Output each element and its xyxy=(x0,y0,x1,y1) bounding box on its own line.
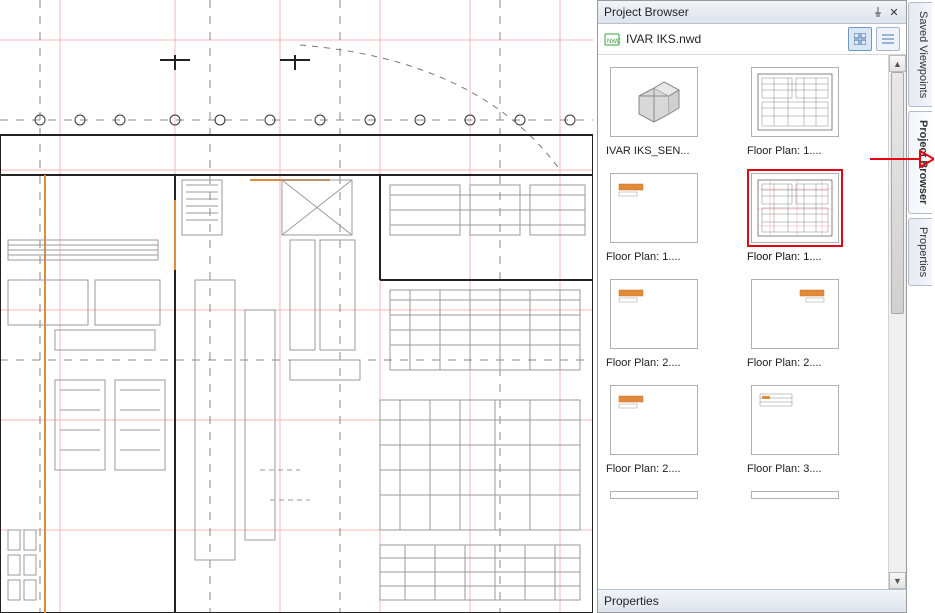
list-view-button[interactable] xyxy=(876,27,900,51)
project-browser-panel: Project Browser ✕ NWD IVAR IKS.nwd xyxy=(597,0,907,613)
main-viewport[interactable] xyxy=(0,0,593,613)
properties-title: Properties xyxy=(604,594,659,608)
side-tabs: Saved Viewpoints Project Browser Propertie… xyxy=(908,2,932,286)
thumbnail-preview xyxy=(751,491,839,499)
floor-plan-drawing xyxy=(0,0,593,613)
thumbnail-label: Floor Plan: 1.... xyxy=(747,251,822,263)
panel-titlebar[interactable]: Project Browser ✕ xyxy=(598,1,906,24)
thumbnail-label: Floor Plan: 2.... xyxy=(606,463,681,475)
thumbnail-item[interactable]: Floor Plan: 2.... xyxy=(606,381,735,475)
scroll-track[interactable] xyxy=(889,72,906,572)
thumbnail-item[interactable] xyxy=(747,487,876,503)
thumbnails-scroll-region[interactable]: IVAR IKS_SEN... Floor Plan: 1.... Floor Pl… xyxy=(598,55,906,589)
thumbnail-label: Floor Plan: 2.... xyxy=(747,357,822,369)
thumbnail-label: Floor Plan: 3.... xyxy=(747,463,822,475)
nwd-file-icon: NWD xyxy=(604,31,620,47)
thumbnail-label: IVAR IKS_SEN... xyxy=(606,145,690,157)
thumbnails-view-button[interactable] xyxy=(848,27,872,51)
thumbnail-preview xyxy=(610,173,698,243)
thumbnail-preview xyxy=(751,279,839,349)
scroll-thumb[interactable] xyxy=(891,72,904,314)
thumbnail-preview xyxy=(751,67,839,137)
thumbnail-item[interactable]: Floor Plan: 1.... xyxy=(606,169,735,263)
scrollbar[interactable]: ▲ ▼ xyxy=(888,55,906,589)
thumbnail-item[interactable] xyxy=(606,487,735,503)
thumbnail-item[interactable]: Floor Plan: 2.... xyxy=(747,275,876,369)
list-icon xyxy=(882,33,894,45)
panel-title: Project Browser xyxy=(602,5,870,19)
thumbnail-preview xyxy=(610,385,698,455)
thumbnail-item[interactable]: Floor Plan: 3.... xyxy=(747,381,876,475)
side-tab[interactable]: Saved Viewpoints xyxy=(908,2,932,107)
scroll-up-button[interactable]: ▲ xyxy=(889,55,906,72)
thumbnail-item[interactable]: Floor Plan: 2.... xyxy=(606,275,735,369)
thumbnail-preview xyxy=(610,279,698,349)
thumbnail-item[interactable]: Floor Plan: 1.... xyxy=(747,169,876,263)
thumbnail-label: Floor Plan: 2.... xyxy=(606,357,681,369)
file-row: NWD IVAR IKS.nwd xyxy=(598,24,906,55)
thumbnail-item[interactable]: Floor Plan: 1.... xyxy=(747,63,876,157)
thumbnail-preview xyxy=(751,385,839,455)
thumbnail-label: Floor Plan: 1.... xyxy=(606,251,681,263)
thumbnail-preview xyxy=(610,67,698,137)
pin-icon[interactable] xyxy=(870,4,886,20)
thumbnail-preview xyxy=(751,173,839,243)
thumbnail-area: IVAR IKS_SEN... Floor Plan: 1.... Floor Pl… xyxy=(598,55,906,589)
close-icon[interactable]: ✕ xyxy=(886,4,902,20)
thumbnail-preview xyxy=(610,491,698,499)
file-name: IVAR IKS.nwd xyxy=(626,32,842,46)
svg-text:NWD: NWD xyxy=(607,39,620,45)
side-tab[interactable]: Project Browser xyxy=(908,111,932,213)
side-tab[interactable]: Properties xyxy=(908,218,932,286)
thumbnail-item[interactable]: IVAR IKS_SEN... xyxy=(606,63,735,157)
properties-panel-header[interactable]: Properties xyxy=(598,589,906,612)
view-mode-toggle xyxy=(848,27,900,51)
thumbnail-label: Floor Plan: 1.... xyxy=(747,145,822,157)
grid-icon xyxy=(854,33,866,45)
scroll-down-button[interactable]: ▼ xyxy=(889,572,906,589)
